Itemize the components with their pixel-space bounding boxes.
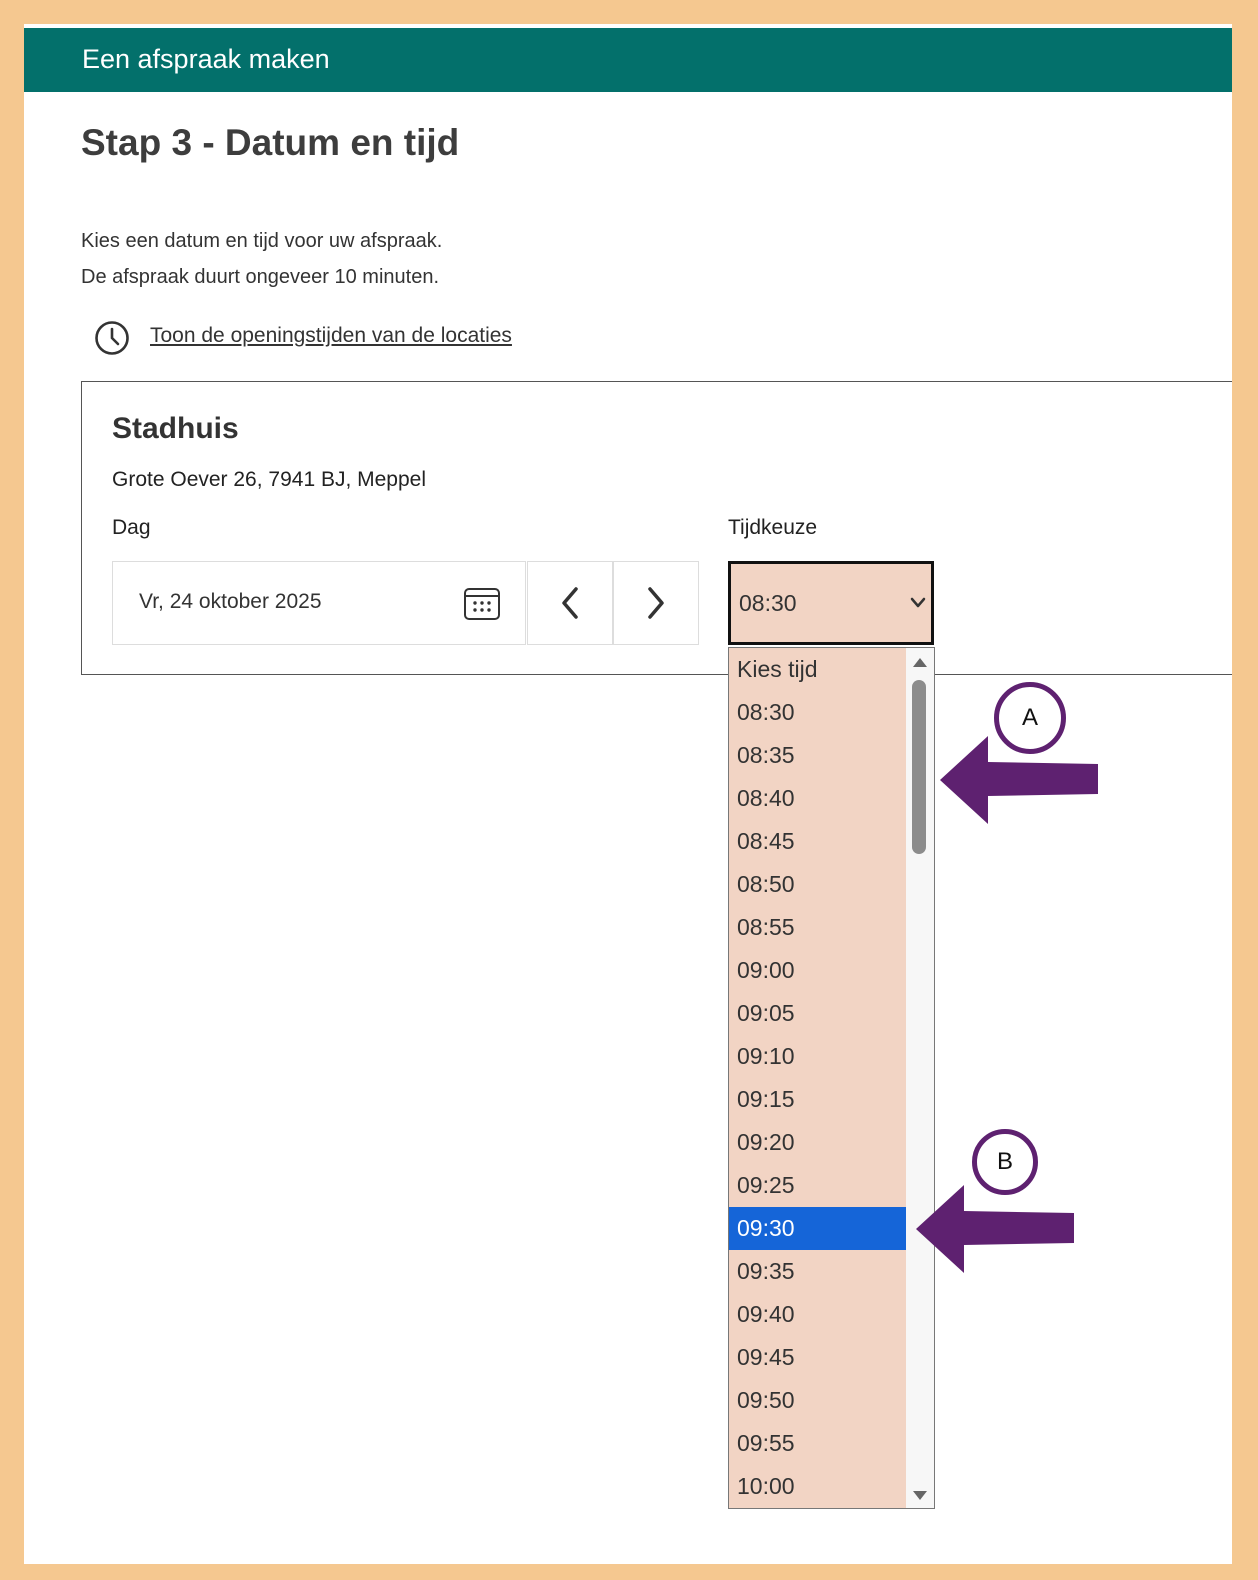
time-option[interactable]: 09:15 — [729, 1078, 906, 1121]
annotation-marker-b-label: B — [996, 1148, 1013, 1175]
annotation-marker-a-label: A — [1021, 704, 1038, 731]
next-day-button[interactable] — [613, 561, 699, 645]
scrollbar-thumb[interactable] — [912, 680, 926, 854]
location-card: Stadhuis Grote Oever 26, 7941 BJ, Meppel… — [81, 381, 1232, 675]
intro-text-line2: De afspraak duurt ongeveer 10 minuten. — [81, 266, 439, 288]
time-option[interactable]: 09:45 — [729, 1336, 906, 1379]
time-option[interactable]: 10:00 — [729, 1465, 906, 1508]
time-option[interactable]: 08:45 — [729, 820, 906, 863]
time-select-value: 08:30 — [739, 590, 797, 616]
annotation-arrow-b-icon — [916, 1185, 1074, 1273]
date-input[interactable]: Vr, 24 oktober 2025 — [112, 561, 526, 645]
time-option-placeholder[interactable]: Kies tijd — [729, 648, 906, 691]
step-title: Stap 3 - Datum en tijd — [81, 122, 460, 163]
chevron-right-icon — [648, 587, 664, 619]
time-options: Kies tijd 08:30 08:35 08:40 08:45 08:50 08:55 0… — [729, 648, 906, 1508]
time-select[interactable]: 08:30 — [728, 561, 934, 645]
page-frame: Een afspraak maken Stap 3 - Datum en tij… — [24, 24, 1232, 1564]
time-option[interactable]: 09:00 — [729, 949, 906, 992]
time-option[interactable]: 09:50 — [729, 1379, 906, 1422]
previous-day-button[interactable] — [527, 561, 613, 645]
page-header-title: Een afspraak maken — [82, 44, 330, 74]
time-dropdown-list[interactable]: Kies tijd 08:30 08:35 08:40 08:45 08:50 08:55 0… — [728, 647, 935, 1509]
calendar-icon[interactable] — [463, 584, 501, 622]
time-option[interactable]: 09:35 — [729, 1250, 906, 1293]
day-label: Dag — [112, 516, 151, 539]
time-option[interactable]: 09:05 — [729, 992, 906, 1035]
time-label: Tijdkeuze — [728, 516, 818, 539]
scroll-down-arrow-icon[interactable] — [912, 1490, 928, 1502]
dropdown-scrollbar[interactable] — [906, 648, 934, 1508]
time-option[interactable]: 09:25 — [729, 1164, 906, 1207]
date-value: Vr, 24 oktober 2025 — [139, 590, 322, 613]
time-option[interactable]: 08:30 — [729, 691, 906, 734]
time-option[interactable]: 09:55 — [729, 1422, 906, 1465]
time-option[interactable]: 09:40 — [729, 1293, 906, 1336]
intro-text-line1: Kies een datum en tijd voor uw afspraak. — [81, 230, 443, 252]
time-option[interactable]: 08:40 — [729, 777, 906, 820]
clock-icon — [95, 321, 129, 355]
location-address: Grote Oever 26, 7941 BJ, Meppel — [112, 468, 427, 491]
time-option[interactable]: 09:20 — [729, 1121, 906, 1164]
scroll-up-arrow-icon[interactable] — [912, 656, 928, 668]
time-option[interactable]: 09:10 — [729, 1035, 906, 1078]
chevron-left-icon — [562, 587, 578, 619]
time-option[interactable]: 08:55 — [729, 906, 906, 949]
location-name: Stadhuis — [112, 412, 239, 445]
time-option[interactable]: 09:30 — [729, 1207, 906, 1250]
time-option[interactable]: 08:50 — [729, 863, 906, 906]
annotation-arrow-a-icon — [940, 736, 1098, 824]
chevron-down-icon — [910, 597, 926, 608]
opening-hours-link[interactable]: Toon de openingstijden van de locaties — [150, 324, 512, 348]
header-bar: Een afspraak maken — [24, 28, 1232, 92]
time-option[interactable]: 08:35 — [729, 734, 906, 777]
